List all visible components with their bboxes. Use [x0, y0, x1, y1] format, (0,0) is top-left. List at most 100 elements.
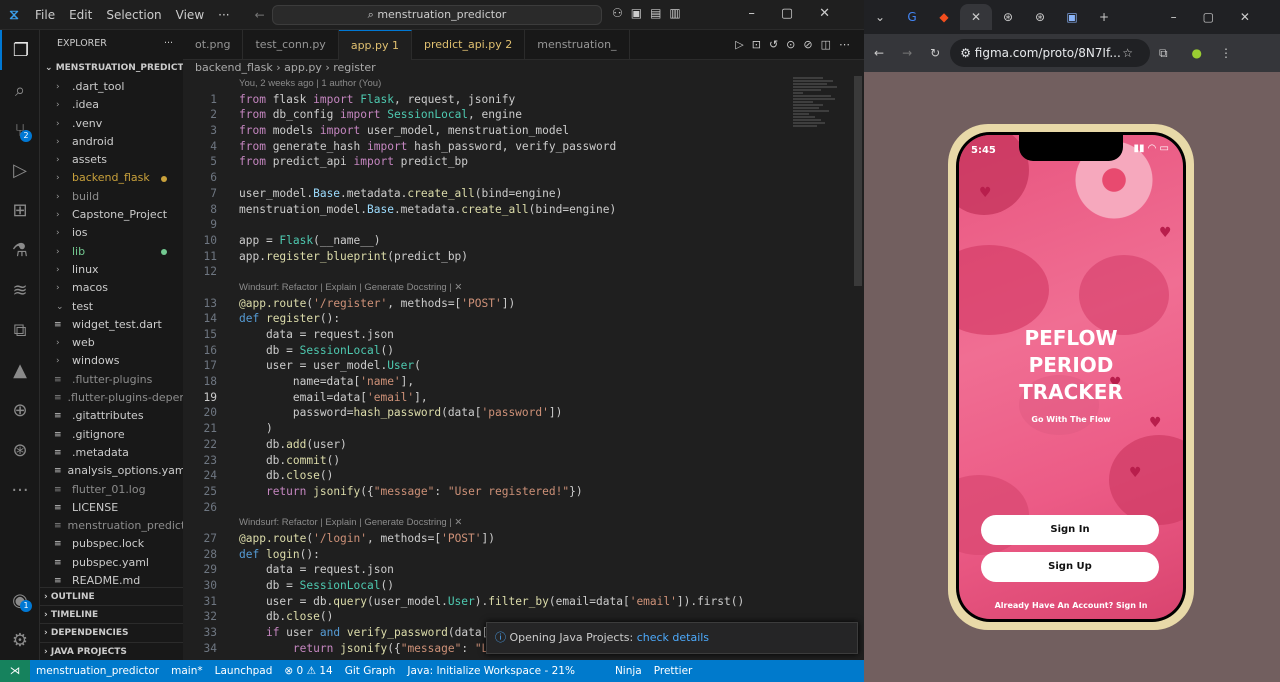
- tree-item-label: web: [72, 336, 95, 350]
- minimap[interactable]: [793, 76, 853, 176]
- code-view[interactable]: You, 2 weeks ago | 1 author (You) 1 from …: [183, 76, 793, 656]
- status-item[interactable]: Ninja: [609, 665, 648, 677]
- windsurf-icon[interactable]: ≋: [0, 270, 40, 310]
- profile-avatar[interactable]: ●: [1192, 46, 1202, 60]
- tree-item[interactable]: › build: [40, 188, 183, 206]
- menu-item[interactable]: Edit: [62, 8, 99, 22]
- command-center[interactable]: ⌕ menstruation_predictor: [272, 5, 602, 25]
- editor-tab[interactable]: predict_api.py 2: [412, 30, 526, 60]
- login-prompt[interactable]: Already Have An Account? Sign In: [959, 601, 1183, 610]
- editor-tab[interactable]: menstruation_: [525, 30, 630, 60]
- search-icon[interactable]: ⌕: [0, 70, 40, 110]
- tree-item[interactable]: › macos: [40, 279, 183, 297]
- forward-icon[interactable]: →: [902, 46, 912, 60]
- testing-icon[interactable]: ⚗: [0, 230, 40, 270]
- editor-tab[interactable]: app.py 1: [338, 30, 413, 60]
- menu-item[interactable]: View: [169, 8, 211, 22]
- status-item[interactable]: menstruation_predictor: [30, 665, 165, 677]
- close-tab-icon[interactable]: ✕: [960, 4, 992, 30]
- tree-item[interactable]: ≡ analysis_options.yaml: [40, 462, 183, 480]
- tree-item[interactable]: › assets: [40, 151, 183, 169]
- account-icon[interactable]: ◉ 1: [0, 580, 40, 620]
- tree-item[interactable]: › ios: [40, 224, 183, 242]
- tree-item[interactable]: ≡ .flutter-plugins-depen...: [40, 389, 183, 407]
- tree-item[interactable]: › linux: [40, 261, 183, 279]
- tree-item[interactable]: › backend_flask: [40, 169, 183, 187]
- status-item[interactable]: Java: Initialize Workspace - 21%: [401, 665, 581, 677]
- tree-item[interactable]: › .dart_tool: [40, 78, 183, 96]
- tab-search-icon[interactable]: ⌄: [864, 4, 896, 30]
- git-graph-icon[interactable]: ⊕: [0, 390, 40, 430]
- tree-item[interactable]: ≡ .flutter-plugins: [40, 371, 183, 389]
- google-tab-icon[interactable]: G: [896, 4, 928, 30]
- more-actions-icon[interactable]: ···: [164, 30, 173, 58]
- tree-item[interactable]: ≡ pubspec.yaml: [40, 554, 183, 572]
- editor-actions-icons[interactable]: ▷⊡↺⊙⊘◫⋯: [735, 30, 864, 59]
- tree-item[interactable]: ≡ LICENSE: [40, 499, 183, 517]
- tree-item[interactable]: › lib: [40, 243, 183, 261]
- notification-toast[interactable]: ⓘ Opening Java Projects: check details: [486, 622, 858, 654]
- remote-icon[interactable]: ⋊: [0, 660, 30, 682]
- toast-link[interactable]: check details: [637, 631, 709, 644]
- tree-item[interactable]: › Capstone_Project: [40, 206, 183, 224]
- code-lens[interactable]: Windsurf: Refactor | Explain | Generate …: [183, 515, 793, 531]
- sidebar-section[interactable]: › OUTLINE: [40, 586, 183, 605]
- status-item[interactable]: main*: [165, 665, 209, 677]
- settings-gear-icon[interactable]: ⚙: [0, 620, 40, 660]
- editor-scrollbar[interactable]: [854, 76, 862, 286]
- new-tab-icon[interactable]: +: [1088, 4, 1120, 30]
- code-lens[interactable]: Windsurf: Refactor | Explain | Generate …: [183, 280, 793, 296]
- more-icon[interactable]: ···: [0, 470, 40, 510]
- tree-item[interactable]: ≡ menstruation_predict...: [40, 517, 183, 535]
- tree-item[interactable]: ≡ .metadata: [40, 444, 183, 462]
- sign-in-button[interactable]: Sign In: [981, 515, 1159, 545]
- tree-item[interactable]: › windows: [40, 352, 183, 370]
- url-input[interactable]: ⚙ figma.com/proto/8N7If...: [950, 39, 1151, 67]
- tree-item[interactable]: ≡ widget_test.dart: [40, 316, 183, 334]
- editor-tab[interactable]: ot.png: [183, 30, 244, 60]
- tree-item[interactable]: › .venv: [40, 115, 183, 133]
- chatgpt-tab-icon-2[interactable]: ⊛: [1024, 4, 1056, 30]
- docker-icon[interactable]: ⊛: [0, 430, 40, 470]
- sidebar-section[interactable]: › JAVA PROJECTS: [40, 641, 183, 660]
- extensions-puzzle-icon[interactable]: ⧉: [1159, 46, 1168, 61]
- reload-icon[interactable]: ↻: [930, 46, 940, 60]
- menu-item[interactable]: Selection: [99, 8, 168, 22]
- status-item[interactable]: ⊗ 0 ⚠ 14: [278, 665, 338, 677]
- chatgpt-tab-icon[interactable]: ⊛: [992, 4, 1024, 30]
- tree-item-label: assets: [72, 153, 108, 167]
- back-icon[interactable]: ←: [874, 46, 884, 60]
- sidebar-section[interactable]: › TIMELINE: [40, 605, 183, 623]
- tree-item[interactable]: › .idea: [40, 96, 183, 114]
- tree-item[interactable]: › android: [40, 133, 183, 151]
- tree-item[interactable]: › web: [40, 334, 183, 352]
- status-item[interactable]: Git Graph: [339, 665, 402, 677]
- tree-item[interactable]: ≡ flutter_01.log: [40, 481, 183, 499]
- extensions-icon[interactable]: ⊞: [0, 190, 40, 230]
- status-item[interactable]: Prettier: [648, 665, 699, 677]
- breadcrumb[interactable]: backend_flask › app.py › register: [183, 60, 864, 76]
- menu-item[interactable]: ···: [211, 8, 236, 22]
- chrome-window-controls[interactable]: –▢✕: [1171, 10, 1280, 24]
- project-root[interactable]: ⌄ MENSTRUATION_PREDICT...: [40, 58, 183, 78]
- app-tab-icon[interactable]: ▣: [1056, 4, 1088, 30]
- explorer-icon[interactable]: ❐: [0, 30, 40, 70]
- layout-icons[interactable]: ⚇▣▤▥: [612, 6, 689, 20]
- status-item[interactable]: Launchpad: [209, 665, 279, 677]
- remote-explorer-icon[interactable]: ⧉: [0, 310, 40, 350]
- window-controls[interactable]: –▢✕: [748, 6, 856, 21]
- tree-item[interactable]: ≡ .gitattributes: [40, 407, 183, 425]
- source-control-icon[interactable]: ⑂ 2: [0, 110, 40, 150]
- chrome-menu-icon[interactable]: ⋮: [1220, 46, 1232, 60]
- sign-up-button[interactable]: Sign Up: [981, 552, 1159, 582]
- sidebar-section[interactable]: › DEPENDENCIES: [40, 623, 183, 641]
- tree-item[interactable]: ≡ .gitignore: [40, 426, 183, 444]
- editor-tab[interactable]: test_conn.py: [243, 30, 339, 60]
- bookmark-star-icon[interactable]: ☆: [1122, 46, 1133, 60]
- figma-tab-icon[interactable]: ◆: [928, 4, 960, 30]
- menu-item[interactable]: File: [28, 8, 62, 22]
- flutter-icon[interactable]: ▲: [0, 350, 40, 390]
- tree-item[interactable]: ≡ pubspec.lock: [40, 535, 183, 553]
- run-debug-icon[interactable]: ▷: [0, 150, 40, 190]
- tree-item[interactable]: ⌄ test: [40, 298, 183, 316]
